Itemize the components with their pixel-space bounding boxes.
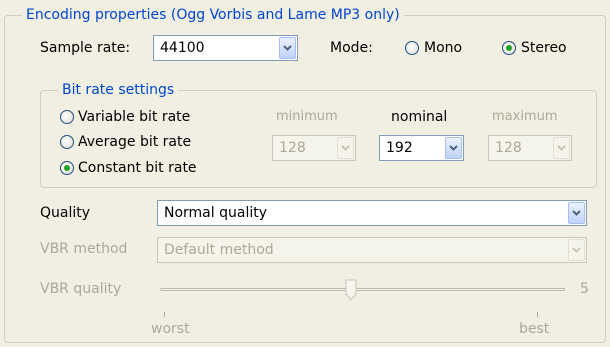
mode-label: Mode: bbox=[330, 40, 373, 56]
vbr-quality-slider-track bbox=[160, 288, 565, 291]
average-bitrate-radio[interactable] bbox=[60, 135, 74, 149]
bitrate-settings-title: Bit rate settings bbox=[58, 81, 179, 99]
slider-tick-start bbox=[164, 312, 165, 317]
nominal-label: nominal bbox=[391, 109, 448, 125]
sample-rate-combo[interactable]: 44100 bbox=[153, 35, 298, 61]
mode-mono-radio[interactable] bbox=[405, 41, 419, 55]
quality-combo[interactable]: Normal quality bbox=[157, 200, 587, 226]
minimum-label: minimum bbox=[276, 109, 338, 124]
vbr-quality-label: VBR quality bbox=[40, 281, 122, 297]
quality-dropdown-button[interactable] bbox=[568, 202, 585, 224]
variable-bitrate-label[interactable]: Variable bit rate bbox=[78, 108, 190, 126]
chevron-down-icon bbox=[341, 145, 350, 151]
vbr-quality-value: 5 bbox=[580, 281, 589, 297]
maximum-bitrate-value: 128 bbox=[495, 140, 522, 156]
encoding-properties-title: Encoding properties (Ogg Vorbis and Lame… bbox=[22, 6, 404, 24]
vbr-method-combo: Default method bbox=[157, 237, 587, 263]
sample-rate-label: Sample rate: bbox=[40, 40, 131, 56]
minimum-bitrate-combo: 128 bbox=[272, 135, 356, 161]
chevron-down-icon bbox=[572, 210, 581, 216]
radio-selected-dot bbox=[64, 165, 70, 171]
radio-selected-dot bbox=[506, 45, 512, 51]
vbr-method-value: Default method bbox=[164, 242, 274, 258]
average-bitrate-label[interactable]: Average bit rate bbox=[78, 133, 191, 151]
slider-best-label: best bbox=[519, 321, 550, 337]
sample-rate-dropdown-button[interactable] bbox=[279, 37, 296, 59]
nominal-bitrate-value: 192 bbox=[386, 140, 413, 156]
maximum-bitrate-dropdown-button bbox=[553, 137, 570, 159]
maximum-bitrate-combo: 128 bbox=[488, 135, 572, 161]
nominal-bitrate-dropdown-button[interactable] bbox=[445, 137, 462, 159]
nominal-bitrate-combo[interactable]: 192 bbox=[379, 135, 464, 161]
mode-stereo-label[interactable]: Stereo bbox=[521, 39, 567, 57]
chevron-down-icon bbox=[449, 145, 458, 151]
slider-worst-label: worst bbox=[151, 321, 190, 337]
maximum-label: maximum bbox=[492, 109, 558, 124]
minimum-bitrate-value: 128 bbox=[279, 140, 306, 156]
constant-bitrate-label[interactable]: Constant bit rate bbox=[78, 159, 197, 177]
vbr-quality-slider-thumb bbox=[345, 279, 356, 301]
quality-label: Quality bbox=[40, 205, 91, 221]
sample-rate-value: 44100 bbox=[160, 40, 205, 56]
chevron-down-icon bbox=[572, 247, 581, 253]
mode-stereo-radio[interactable] bbox=[502, 41, 516, 55]
chevron-down-icon bbox=[283, 45, 292, 51]
variable-bitrate-radio[interactable] bbox=[60, 110, 74, 124]
quality-value: Normal quality bbox=[164, 205, 267, 221]
chevron-down-icon bbox=[557, 145, 566, 151]
mode-mono-label[interactable]: Mono bbox=[424, 39, 462, 57]
slider-tick-end bbox=[537, 312, 538, 317]
vbr-method-label: VBR method bbox=[40, 241, 128, 257]
vbr-method-dropdown-button bbox=[568, 239, 585, 261]
minimum-bitrate-dropdown-button bbox=[337, 137, 354, 159]
constant-bitrate-radio[interactable] bbox=[60, 161, 74, 175]
